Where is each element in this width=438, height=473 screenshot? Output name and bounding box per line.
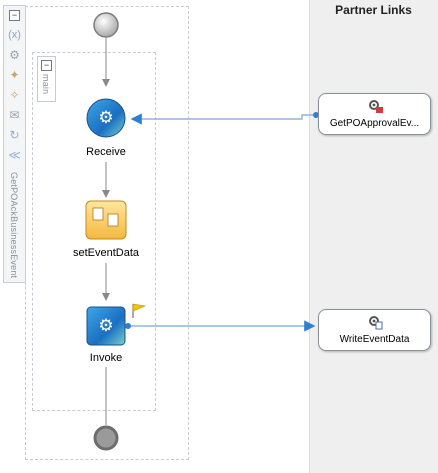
partner-link-getpoapproval-name: GetPOApprovalEv... <box>329 118 420 129</box>
invoke-gear-icon: ⚙ <box>98 316 113 336</box>
partner-link-writeeventdata-name: WriteEventData <box>339 334 410 345</box>
wire-receive-partner <box>130 113 316 125</box>
service-gear-icon <box>369 100 383 113</box>
flag-icon <box>132 303 147 318</box>
file-adapter-icon <box>369 316 383 330</box>
invoke-label: Invoke <box>89 352 123 364</box>
receive-gear-icon: ⚙ <box>98 108 113 128</box>
receive-activity[interactable]: ⚙ <box>86 98 126 138</box>
partner-link-writeeventdata[interactable]: WriteEventData <box>318 309 431 351</box>
end-node[interactable] <box>93 425 119 451</box>
assign-activity[interactable] <box>85 200 127 240</box>
set-event-data-label: setEventData <box>72 247 140 259</box>
process-flow-canvas: ⚙ ⚙ <box>85 12 319 451</box>
receive-label: Receive <box>86 146 126 158</box>
invoke-port[interactable] <box>125 323 131 329</box>
invoke-activity[interactable]: ⚙ <box>86 306 126 346</box>
partner-link-getpoapproval[interactable]: GetPOApprovalEv... <box>318 93 431 135</box>
start-node[interactable] <box>93 12 119 38</box>
